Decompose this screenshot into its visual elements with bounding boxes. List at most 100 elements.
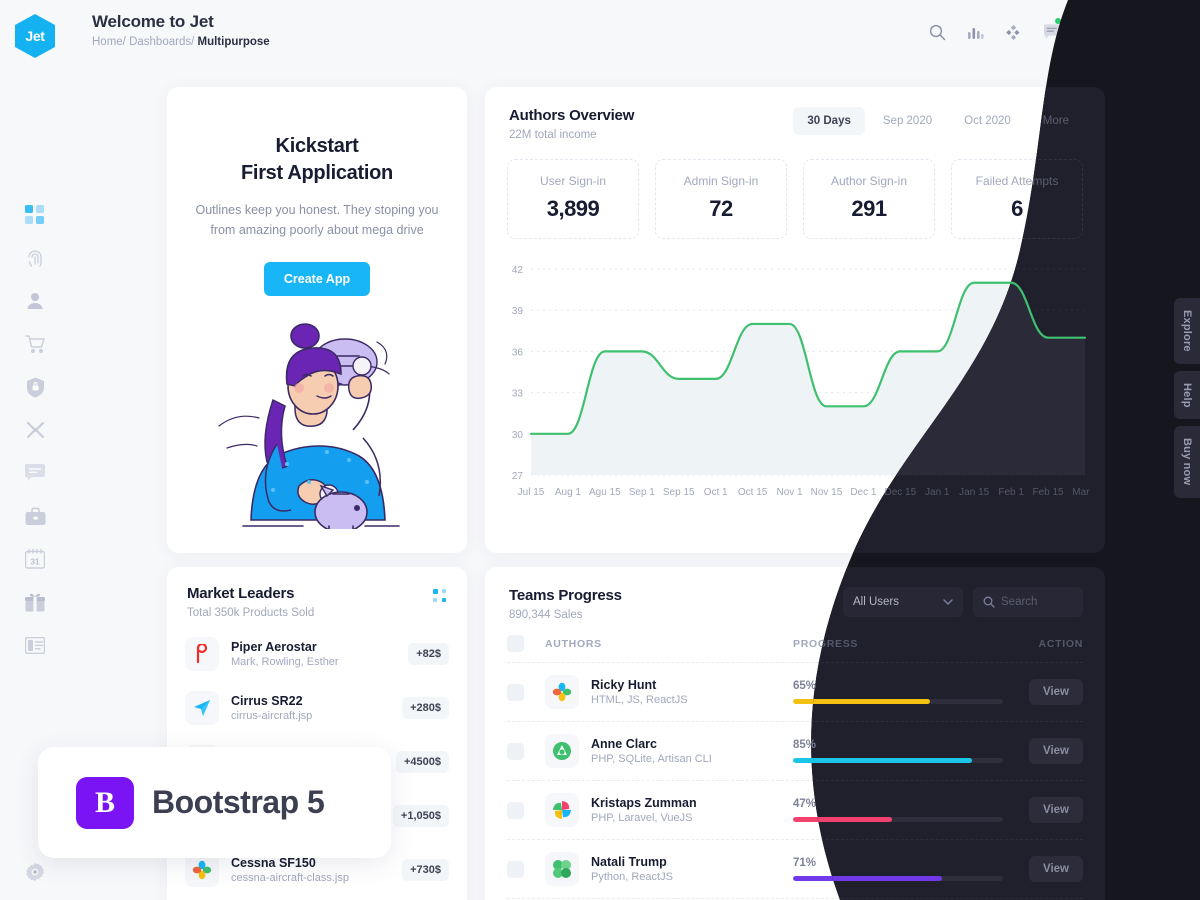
author-text: Ricky Hunt HTML, JS, ReactJS: [591, 678, 688, 706]
table-row[interactable]: Ricky Hunt HTML, JS, ReactJS 65% View: [507, 663, 1083, 722]
teams-progress-controls: All Users Search: [843, 587, 1083, 617]
stat-value: 3,899: [546, 196, 600, 221]
cirrus-plane-icon: [185, 691, 219, 725]
sidebar-item-calendar[interactable]: 31: [21, 547, 49, 571]
row-checkbox[interactable]: [507, 860, 524, 878]
sidebar-item-fingerprint[interactable]: [21, 246, 49, 270]
breadcrumb: Home/ Dashboards/ Multipurpose: [92, 36, 270, 48]
user-icon: [27, 293, 43, 309]
progress-bar: [793, 758, 1003, 763]
progress-percent: 47%: [793, 798, 817, 810]
tab-help[interactable]: Help: [1174, 370, 1200, 420]
teams-progress-header: Teams Progress 890,344 Sales All Users S…: [485, 567, 1105, 621]
author-cell: Kristaps Zumman PHP, Laravel, VueJS: [545, 793, 793, 827]
tab-explore[interactable]: Explore: [1174, 298, 1200, 364]
progress-cell: 71%: [793, 857, 1003, 881]
four-dots-diamond-icon[interactable]: [994, 12, 1032, 52]
flower-multicolor-icon: [545, 675, 579, 709]
svg-text:Aug 1: Aug 1: [555, 487, 582, 498]
chat-bubble-icon: [25, 464, 45, 481]
table-row[interactable]: Kristaps Zumman PHP, Laravel, VueJS 47% …: [507, 781, 1083, 840]
svg-text:Oct 1: Oct 1: [704, 487, 728, 498]
view-button[interactable]: View: [1029, 797, 1083, 823]
progress-bar-fill: [793, 817, 892, 822]
user-avatar[interactable]: [1154, 15, 1188, 49]
progress-percent: 65%: [793, 680, 817, 692]
view-button[interactable]: View: [1029, 679, 1083, 705]
market-leaders-title: Market Leaders: [187, 585, 295, 602]
sidebar-item-briefcase[interactable]: [21, 504, 49, 528]
author-name: Anne Clarc: [591, 737, 657, 751]
svg-text:Jan 1: Jan 1: [925, 487, 950, 498]
progress-bar-fill: [793, 699, 930, 704]
list-item[interactable]: Cirrus SR22 cirrus-aircraft.jsp +280$: [167, 681, 467, 735]
sidebar-item-layout[interactable]: [21, 633, 49, 657]
select-all-checkbox[interactable]: [507, 635, 524, 652]
grid-squares-icon[interactable]: [1070, 12, 1108, 52]
sidebar-item-dashboard[interactable]: [21, 203, 49, 227]
author-name: Natali Trump: [591, 855, 667, 869]
moon-dark-mode-icon[interactable]: [1108, 12, 1146, 52]
stat-label: Admin Sign-in: [683, 174, 759, 188]
sidebar-item-user[interactable]: [21, 289, 49, 313]
stat-value: 72: [709, 196, 733, 221]
breadcrumb-home[interactable]: Home/: [92, 36, 126, 48]
view-button[interactable]: View: [1029, 738, 1083, 764]
tab-30-days[interactable]: 30 Days: [793, 107, 865, 135]
sidebar-item-gift[interactable]: [21, 590, 49, 614]
action-cell: View: [1003, 856, 1083, 882]
svg-text:Sep 1: Sep 1: [629, 487, 656, 498]
user-filter-select[interactable]: All Users: [843, 587, 963, 617]
search-icon: [983, 596, 995, 608]
sidebar-nav: 31: [21, 203, 49, 657]
app-logo[interactable]: Jet: [15, 14, 55, 58]
list-item-text: Cessna SF150 cessna-aircraft-class.jsp: [231, 856, 390, 884]
list-item[interactable]: Piper Aerostar Mark, Rowling, Esther +82…: [167, 627, 467, 681]
market-leaders-header: Market Leaders Total 350k Products Sold: [167, 567, 467, 619]
chevron-down-icon: [943, 598, 953, 605]
table-row[interactable]: Natali Trump Python, ReactJS 71% View: [507, 840, 1083, 899]
row-checkbox[interactable]: [507, 801, 524, 819]
authors-overview-card: Authors Overview 22M total income 30 Day…: [485, 87, 1105, 553]
chat-notification-icon[interactable]: [1032, 12, 1070, 52]
create-app-button[interactable]: Create App: [263, 261, 371, 296]
sidebar-item-security[interactable]: [21, 375, 49, 399]
kickstart-title: Kickstart First Application: [167, 133, 467, 186]
svg-text:Dec 1: Dec 1: [850, 487, 877, 498]
row-checkbox[interactable]: [507, 742, 524, 760]
progress-cell: 85%: [793, 739, 1003, 763]
search-icon[interactable]: [918, 12, 956, 52]
pinwheel-icon: [545, 793, 579, 827]
sidebar-item-chat[interactable]: [21, 461, 49, 485]
stat-failed-attempts: Failed Attempts 6: [951, 159, 1083, 239]
stat-value: 6: [1011, 196, 1023, 221]
sidebar-item-settings[interactable]: [21, 860, 49, 884]
stat-label: User Sign-in: [539, 174, 607, 188]
chart-bars-icon[interactable]: [956, 12, 994, 52]
table-row[interactable]: Anne Clarc PHP, SQLite, Artisan CLI 85% …: [507, 722, 1083, 781]
author-stack: HTML, JS, ReactJS: [591, 694, 688, 706]
green-triangle-icon: [545, 734, 579, 768]
tab-more[interactable]: More: [1029, 107, 1083, 135]
drone-icon: [26, 421, 44, 439]
dots-grid-icon[interactable]: [433, 589, 447, 608]
product-amount: +730$: [402, 859, 449, 881]
authors-overview-tabs: 30 Days Sep 2020 Oct 2020 More: [793, 107, 1083, 135]
tab-oct-2020[interactable]: Oct 2020: [950, 107, 1025, 135]
tab-sep-2020[interactable]: Sep 2020: [869, 107, 946, 135]
calendar-icon: 31: [25, 549, 45, 569]
author-name: Kristaps Zumman: [591, 796, 697, 810]
search-input[interactable]: Search: [973, 587, 1083, 617]
breadcrumb-dashboards[interactable]: Dashboards/: [129, 36, 194, 48]
row-checkbox[interactable]: [507, 683, 524, 701]
header-icon-group: [918, 0, 1188, 64]
product-meta: cirrus-aircraft.jsp: [231, 710, 313, 722]
tab-buy-now[interactable]: Buy now: [1174, 426, 1200, 498]
sidebar-item-cart[interactable]: [21, 332, 49, 356]
product-name: Cessna SF150: [231, 856, 316, 870]
search-placeholder: Search: [1001, 596, 1038, 608]
product-name: Cirrus SR22: [231, 694, 303, 708]
view-button[interactable]: View: [1029, 856, 1083, 882]
sidebar-item-drone[interactable]: [21, 418, 49, 442]
progress-cell: 65%: [793, 680, 1003, 704]
